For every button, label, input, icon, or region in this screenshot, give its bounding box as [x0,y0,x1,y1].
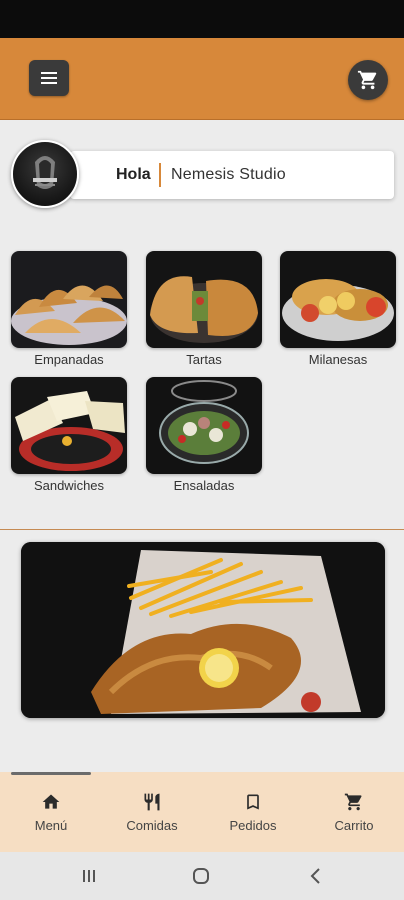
home-circle-icon [193,868,209,884]
back-chevron-icon [310,868,320,884]
category-label: Milanesas [308,352,368,367]
hamburger-menu-icon [41,72,57,84]
category-label: Tartas [186,352,222,367]
cutlery-icon [144,793,160,811]
category-label: Ensaladas [173,478,235,493]
nav-item-menu[interactable]: Menú [9,792,93,833]
category-milanesas[interactable]: Milanesas [280,251,396,367]
bottom-navigation: Menú Comidas Pedidos Carrito [0,772,404,852]
menu-button[interactable] [29,60,69,96]
active-tab-indicator [11,772,91,775]
category-label: Sandwiches [33,478,105,493]
greeting-card: Hola Nemesis Studio [70,151,394,199]
system-navigation-bar [0,852,404,900]
nav-label: Comidas [126,818,178,833]
recent-apps-icon [83,870,95,882]
home-button[interactable] [191,866,211,886]
category-empanadas[interactable]: Empanadas [11,251,127,367]
category-image-milanesas [280,251,396,348]
back-button[interactable] [305,866,325,886]
restaurant-logo [11,140,79,208]
status-bar [0,0,404,38]
category-image-empanadas [11,251,127,348]
shopping-cart-icon [357,70,377,90]
section-divider [0,529,404,530]
user-name: Nemesis Studio [171,166,286,183]
nav-item-comidas[interactable]: Comidas [110,792,194,833]
greeting-hello: Hola [116,166,151,183]
cart-button[interactable] [348,60,388,100]
featured-banner[interactable] [21,542,385,718]
nav-item-pedidos[interactable]: Pedidos [211,792,295,833]
category-tartas[interactable]: Tartas [146,251,262,367]
bookmark-icon [247,794,259,810]
nav-label: Menú [34,818,68,833]
cart-icon [344,793,362,811]
app-bar [0,38,404,120]
nav-item-carrito[interactable]: Carrito [312,792,396,833]
nav-label: Carrito [334,818,374,833]
category-label: Empanadas [34,352,104,367]
recent-apps-button[interactable] [79,866,99,886]
category-image-sandwiches [11,377,127,474]
category-sandwiches[interactable]: Sandwiches [11,377,127,493]
category-ensaladas[interactable]: Ensaladas [146,377,262,493]
category-image-tartas [146,251,262,348]
category-image-ensaladas [146,377,262,474]
greeting-separator [159,163,161,187]
home-icon [42,794,60,809]
nav-label: Pedidos [229,818,277,833]
